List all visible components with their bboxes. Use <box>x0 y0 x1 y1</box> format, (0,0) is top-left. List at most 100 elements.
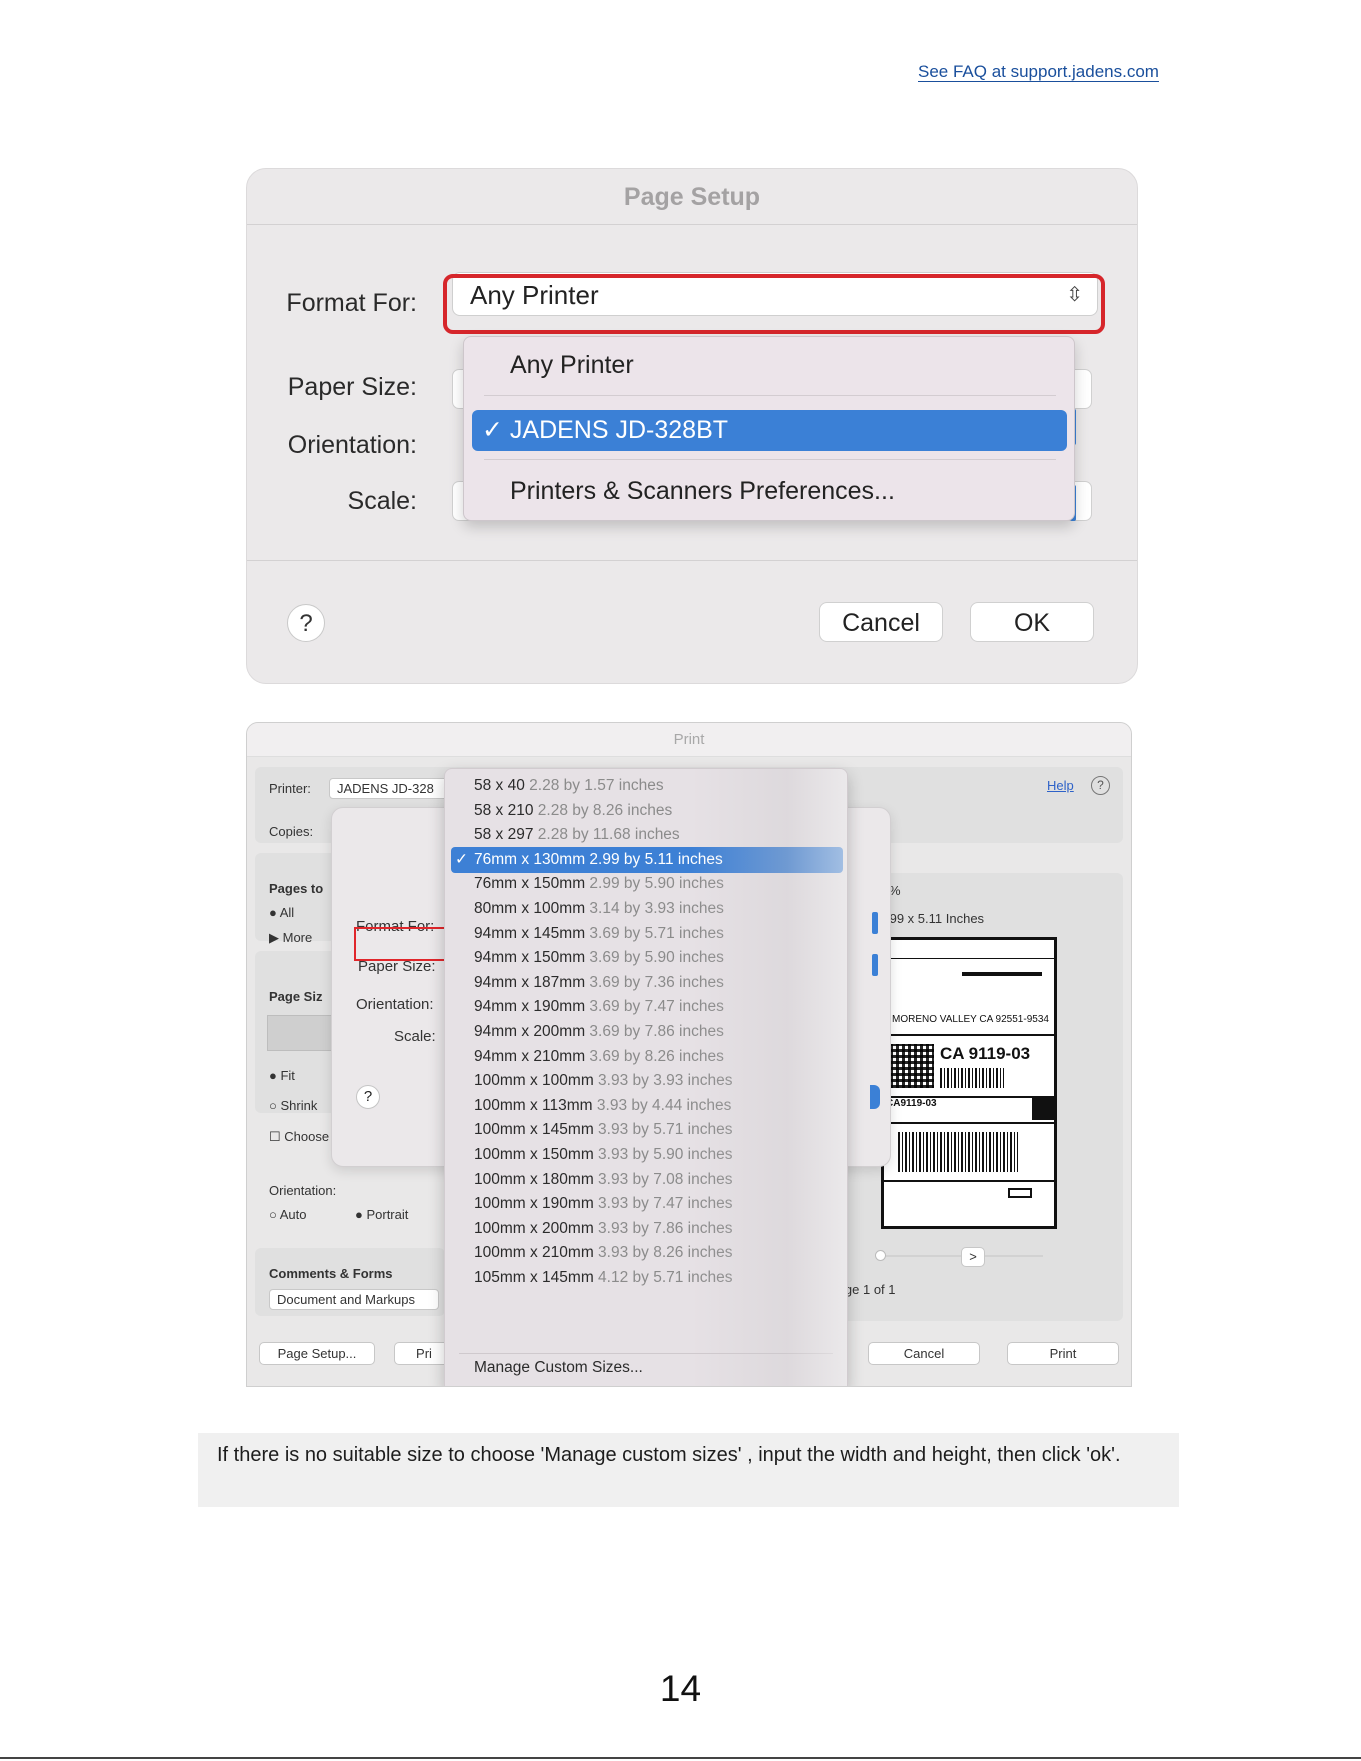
faq-link[interactable]: See FAQ at support.jadens.com <box>918 62 1159 82</box>
comments-select[interactable]: Document and Markups <box>269 1289 439 1310</box>
size-name: 94mm x 190mm <box>474 998 590 1016</box>
printer-label: Printer: <box>269 781 311 796</box>
label-rule <box>884 1034 1054 1036</box>
label-rule <box>884 1180 1054 1182</box>
size-name: 94mm x 200mm <box>474 1023 590 1040</box>
paper-size-option[interactable]: 58 x 210 2.28 by 8.26 inches <box>474 798 672 824</box>
size-name: 100mm x 210mm <box>474 1244 599 1262</box>
size-name: 94mm x 210mm <box>474 1047 590 1065</box>
size-name: 100mm x 100mm <box>474 1072 599 1090</box>
help-icon[interactable]: ? <box>1091 776 1110 795</box>
qr-code-icon <box>890 1044 934 1088</box>
ok-button-edge[interactable] <box>870 1085 880 1109</box>
pages-more-disclosure[interactable]: ▶ More <box>269 930 312 946</box>
slider-thumb[interactable] <box>875 1250 886 1261</box>
label-address: MORENO VALLEY CA 92551-9534 <box>892 1014 1049 1025</box>
size-name: 100mm x 150mm <box>474 1146 599 1163</box>
shrink-radio[interactable]: ○ Shrink <box>269 1098 317 1113</box>
size-name: 105mm x 145mm <box>474 1269 599 1286</box>
size-name: 76mm x 130mm <box>474 850 590 868</box>
size-name: 94mm x 145mm <box>474 924 590 942</box>
ok-button[interactable]: OK <box>970 602 1094 642</box>
dropdown-shade <box>691 769 847 1386</box>
label-block <box>1032 1098 1054 1120</box>
size-readout: .99 x 5.11 Inches <box>886 911 985 926</box>
size-name: 94mm x 187mm <box>474 973 590 991</box>
auto-radio[interactable]: ○ Auto <box>269 1207 307 1222</box>
paper-size-option[interactable]: 94mm x 200mm 3.69 by 7.86 inches <box>474 1019 724 1045</box>
size-detail: 2.28 by 8.26 inches <box>537 801 673 819</box>
page-size-label: Page Siz <box>269 989 323 1004</box>
size-detail: 2.28 by 11.68 inches <box>537 826 680 844</box>
menu-item-jadens[interactable]: ✓ JADENS JD-328BT <box>472 410 1067 451</box>
paper-size-highlight <box>354 927 452 961</box>
printer-select[interactable]: JADENS JD-328 <box>329 778 449 799</box>
size-name: 100mm x 190mm <box>474 1195 599 1213</box>
pages-label: Pages to <box>269 881 324 896</box>
paper-size-option[interactable]: 58 x 40 2.28 by 1.57 inches <box>474 773 664 799</box>
menu-item-preferences[interactable]: Printers & Scanners Preferences... <box>510 477 895 506</box>
paper-size-option[interactable]: 94mm x 145mm 3.69 by 5.71 inches <box>474 921 724 947</box>
paper-size-option[interactable]: 80mm x 100mm 3.14 by 3.93 inches <box>474 896 724 922</box>
menu-separator <box>484 395 1056 396</box>
comments-label: Comments & Forms <box>269 1266 393 1281</box>
size-detail: 2.28 by 1.57 inches <box>529 777 664 794</box>
size-name: 100mm x 113mm <box>474 1096 597 1114</box>
size-name: 58 x 210 <box>474 801 538 819</box>
page-slider[interactable] <box>877 1255 1043 1257</box>
fit-radio[interactable]: ● Fit <box>269 1068 295 1083</box>
next-page-button[interactable]: > <box>961 1247 985 1267</box>
size-name: 76mm x 150mm <box>474 875 590 893</box>
scale-label: Scale: <box>347 487 417 515</box>
size-name: 100mm x 145mm <box>474 1121 599 1139</box>
caption-text: If there is no suitable size to choose '… <box>217 1444 1121 1466</box>
label-rule <box>884 958 1054 959</box>
page-setup-button[interactable]: Page Setup... <box>259 1342 375 1365</box>
page-number: 14 <box>659 1668 702 1709</box>
page-setup-title: Page Setup <box>247 169 1137 225</box>
menu-item-label: JADENS JD-328BT <box>509 416 729 444</box>
cancel-button[interactable]: Cancel <box>819 602 943 642</box>
label-code: CA 9119-03 <box>940 1044 1031 1063</box>
paper-size-option[interactable]: 94mm x 187mm 3.69 by 7.36 inches <box>474 970 724 996</box>
print-button[interactable]: Print <box>1007 1342 1119 1365</box>
printer-menu: Any Printer ✓ JADENS JD-328BT Printers &… <box>463 336 1075 521</box>
label-stamp <box>1008 1188 1032 1198</box>
orientation-label: Orientation: <box>356 996 434 1013</box>
label-preview: MORENO VALLEY CA 92551-9534 CA 9119-03 C… <box>881 937 1057 1229</box>
paper-size-option[interactable]: 94mm x 210mm 3.69 by 8.26 inches <box>474 1044 724 1070</box>
label-rule <box>884 1122 1054 1124</box>
menu-separator <box>484 459 1056 460</box>
paper-size-option[interactable]: 58 x 297 2.28 by 11.68 inches <box>474 822 680 848</box>
print-dialog: Print Printer: JADENS JD-328 Copies: Hel… <box>246 722 1132 1387</box>
help-button[interactable]: ? <box>287 604 325 642</box>
divider <box>247 560 1137 561</box>
check-icon: ✓ <box>482 416 503 444</box>
paper-size-label: Paper Size: <box>287 373 417 401</box>
portrait-radio[interactable]: ● Portrait <box>355 1207 408 1222</box>
field-accent <box>872 912 878 934</box>
instruction-caption: If there is no suitable size to choose '… <box>198 1433 1179 1507</box>
orientation-label: Orientation: <box>287 431 417 459</box>
pages-all-radio[interactable]: ● All <box>269 905 294 920</box>
size-name: 100mm x 180mm <box>474 1170 599 1188</box>
paper-size-option[interactable]: 94mm x 150mm 3.69 by 5.90 inches <box>474 945 724 971</box>
paper-size-option[interactable]: 76mm x 150mm 2.99 by 5.90 inches <box>474 871 724 897</box>
help-button[interactable]: ? <box>356 1085 380 1109</box>
paper-size-option[interactable]: 94mm x 190mm 3.69 by 7.47 inches <box>474 994 724 1020</box>
label-mark <box>962 972 1042 976</box>
format-for-highlight <box>443 274 1105 334</box>
barcode-icon <box>940 1068 1004 1088</box>
orientation-label: Orientation: <box>269 1183 337 1198</box>
size-name: 94mm x 150mm <box>474 949 590 967</box>
print-title: Print <box>247 723 1131 757</box>
manage-custom-sizes-item[interactable]: Manage Custom Sizes... <box>474 1359 643 1377</box>
copies-label: Copies: <box>269 824 314 839</box>
size-name: 58 x 297 <box>474 826 538 844</box>
label-small-code: CA9119-03 <box>886 1098 937 1109</box>
size-name: 58 x 40 <box>474 777 530 794</box>
help-link[interactable]: Help <box>1047 778 1074 793</box>
size-name: 80mm x 100mm <box>474 900 590 917</box>
cancel-button[interactable]: Cancel <box>868 1342 980 1365</box>
menu-item-any-printer[interactable]: Any Printer <box>510 351 634 380</box>
